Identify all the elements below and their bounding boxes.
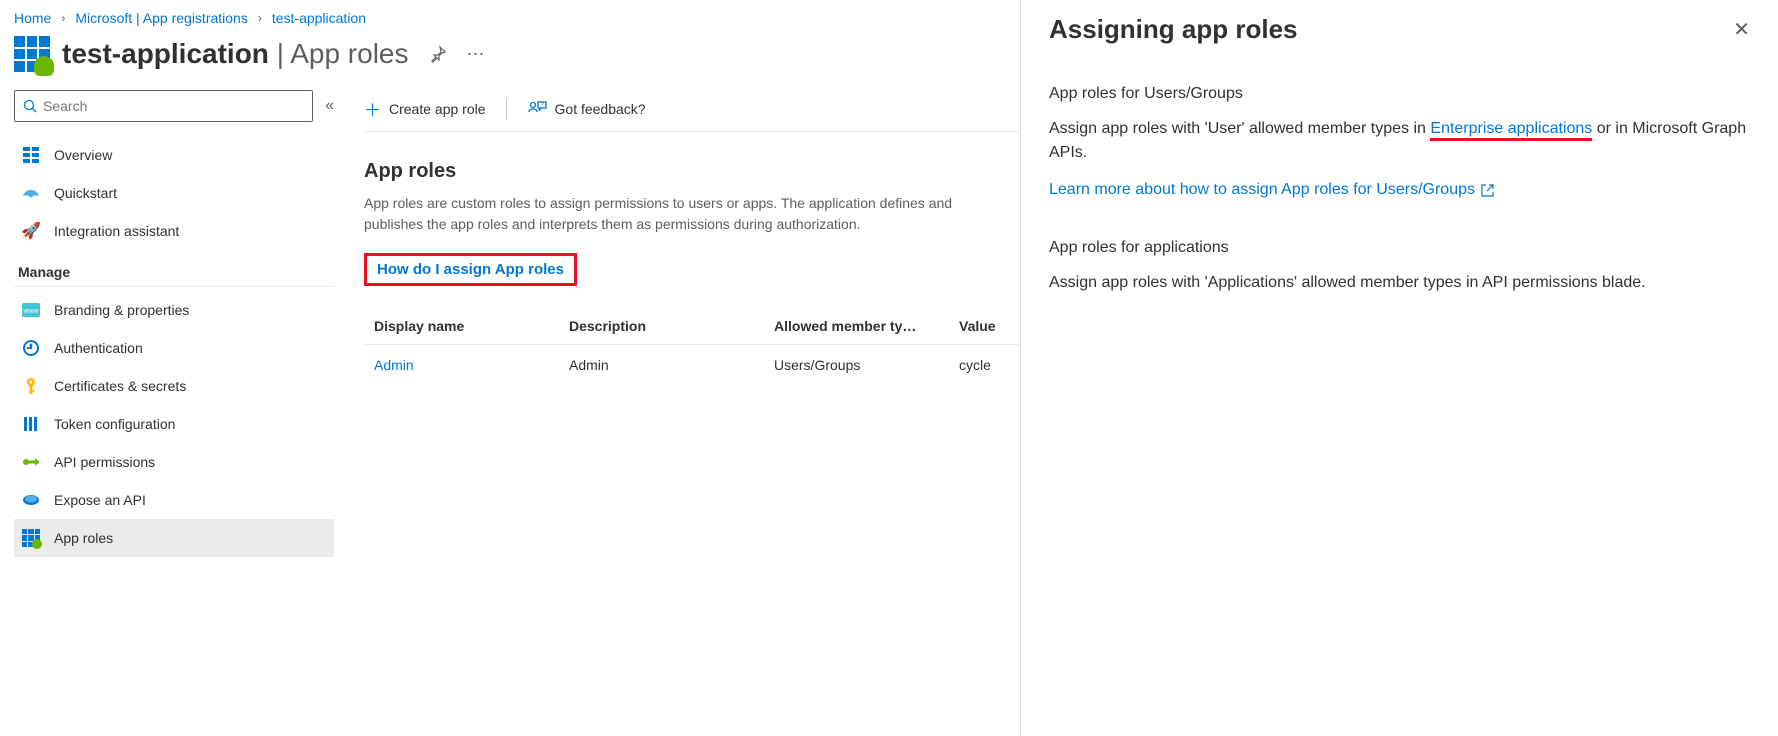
sidebar-item-expose-api[interactable]: Expose an API bbox=[14, 481, 334, 519]
sidebar-item-label: Expose an API bbox=[54, 492, 146, 508]
sidebar-item-certificates[interactable]: Certificates & secrets bbox=[14, 367, 334, 405]
overview-icon bbox=[22, 146, 40, 164]
api-permissions-icon bbox=[22, 453, 40, 471]
toolbar-label: Got feedback? bbox=[555, 101, 646, 117]
plus-icon: ＋ bbox=[364, 96, 381, 121]
app-roles-icon bbox=[22, 529, 40, 547]
assigning-app-roles-panel: Assigning app roles ✕ App roles for User… bbox=[1020, 0, 1778, 736]
sidebar-item-label: Overview bbox=[54, 147, 112, 163]
row-allowed-types: Users/Groups bbox=[764, 345, 949, 386]
token-icon bbox=[22, 415, 40, 433]
sidebar-item-label: Certificates & secrets bbox=[54, 378, 186, 394]
column-allowed-member-types[interactable]: Allowed member ty… bbox=[764, 308, 949, 345]
sidebar-item-label: API permissions bbox=[54, 454, 155, 470]
sidebar-item-label: Authentication bbox=[54, 340, 143, 356]
more-icon[interactable]: ⋯ bbox=[467, 44, 485, 65]
toolbar-label: Create app role bbox=[389, 101, 486, 117]
how-to-assign-link[interactable]: How do I assign App roles bbox=[377, 261, 564, 278]
search-input[interactable] bbox=[43, 98, 304, 114]
pin-icon[interactable] bbox=[429, 45, 447, 63]
external-link-icon bbox=[1481, 184, 1494, 197]
section-description: App roles are custom roles to assign per… bbox=[364, 193, 1004, 235]
expose-api-icon bbox=[22, 491, 40, 509]
create-app-role-button[interactable]: ＋ Create app role bbox=[364, 96, 486, 121]
panel-section-applications-desc: Assign app roles with 'Applications' all… bbox=[1049, 271, 1750, 295]
toolbar-divider bbox=[506, 98, 507, 120]
sidebar-item-quickstart[interactable]: Quickstart bbox=[14, 174, 334, 212]
row-description: Admin bbox=[559, 345, 764, 386]
search-input-wrapper[interactable] bbox=[14, 90, 313, 122]
quickstart-icon bbox=[22, 184, 40, 202]
feedback-icon: ? bbox=[527, 100, 547, 118]
breadcrumb-app-registrations[interactable]: Microsoft | App registrations bbox=[75, 10, 247, 26]
breadcrumb-home[interactable]: Home bbox=[14, 10, 51, 26]
sidebar-item-label: Integration assistant bbox=[54, 223, 179, 239]
sidebar-item-api-permissions[interactable]: API permissions bbox=[14, 443, 334, 481]
panel-section-users-groups-heading: App roles for Users/Groups bbox=[1049, 85, 1750, 103]
column-description[interactable]: Description bbox=[559, 308, 764, 345]
sidebar: « Overview Quickstart 🚀 Integration assi… bbox=[0, 90, 340, 557]
sidebar-item-authentication[interactable]: Authentication bbox=[14, 329, 334, 367]
sidebar-item-app-roles[interactable]: App roles bbox=[14, 519, 334, 557]
learn-more-users-groups-link[interactable]: Learn more about how to assign App roles… bbox=[1049, 181, 1494, 199]
app-icon bbox=[14, 36, 50, 72]
chevron-right-icon: › bbox=[61, 11, 65, 25]
feedback-button[interactable]: ? Got feedback? bbox=[527, 100, 646, 118]
sidebar-item-token-config[interactable]: Token configuration bbox=[14, 405, 334, 443]
sidebar-item-label: Quickstart bbox=[54, 185, 117, 201]
sidebar-item-label: Branding & properties bbox=[54, 302, 189, 318]
sidebar-section-manage: Manage bbox=[14, 250, 334, 287]
breadcrumb-current-app[interactable]: test-application bbox=[272, 10, 366, 26]
row-display-name-link[interactable]: Admin bbox=[374, 357, 414, 373]
enterprise-applications-link[interactable]: Enterprise applications bbox=[1430, 120, 1592, 141]
panel-section-users-groups-desc: Assign app roles with 'User' allowed mem… bbox=[1049, 117, 1750, 165]
page-title-suffix: | App roles bbox=[269, 38, 409, 69]
how-to-assign-link-highlight: How do I assign App roles bbox=[364, 253, 577, 286]
app-name: test-application bbox=[62, 38, 269, 69]
sidebar-item-label: App roles bbox=[54, 530, 113, 546]
search-icon bbox=[23, 99, 37, 113]
sidebar-item-overview[interactable]: Overview bbox=[14, 136, 334, 174]
panel-section-applications-heading: App roles for applications bbox=[1049, 239, 1750, 257]
collapse-sidebar-icon[interactable]: « bbox=[325, 97, 334, 115]
panel-title: Assigning app roles bbox=[1049, 14, 1298, 45]
branding-icon: www bbox=[22, 301, 40, 319]
sidebar-item-branding[interactable]: www Branding & properties bbox=[14, 291, 334, 329]
column-display-name[interactable]: Display name bbox=[364, 308, 559, 345]
svg-text:www: www bbox=[22, 308, 39, 315]
rocket-icon: 🚀 bbox=[22, 222, 40, 240]
authentication-icon bbox=[22, 339, 40, 357]
key-icon bbox=[22, 377, 40, 395]
chevron-right-icon: › bbox=[258, 11, 262, 25]
sidebar-item-integration-assistant[interactable]: 🚀 Integration assistant bbox=[14, 212, 334, 250]
close-icon[interactable]: ✕ bbox=[1733, 17, 1750, 42]
sidebar-item-label: Token configuration bbox=[54, 416, 175, 432]
